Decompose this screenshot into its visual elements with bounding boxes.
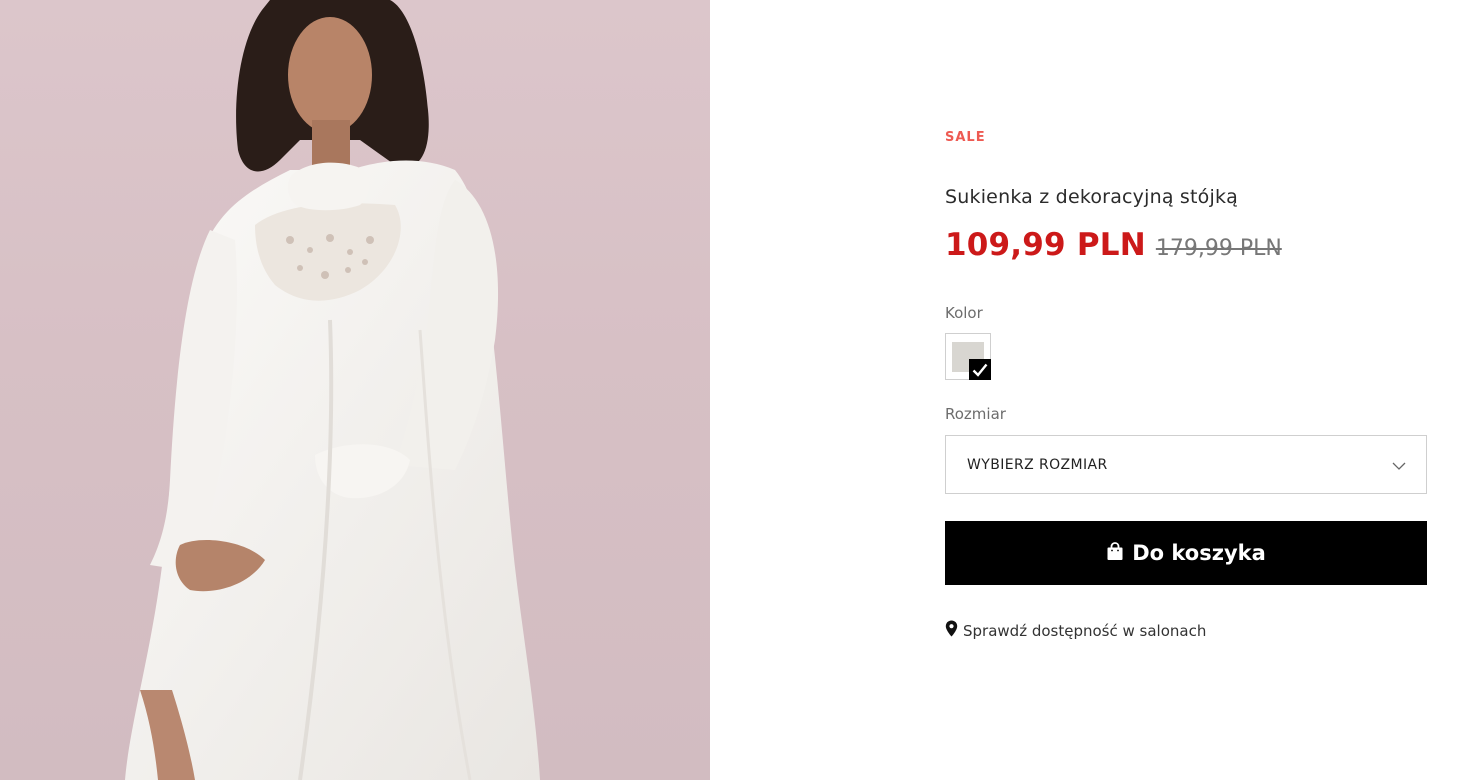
store-availability-link[interactable]: Sprawdź dostępność w salonach (945, 620, 1206, 641)
chevron-down-icon (1392, 455, 1406, 474)
add-to-cart-label: Do koszyka (1132, 541, 1266, 565)
product-info-panel: SALE Sukienka z dekoracyjną stójką 109,9… (945, 0, 1427, 780)
checkmark-icon (969, 359, 991, 380)
current-price: 109,99 PLN (945, 227, 1146, 263)
product-photo[interactable] (0, 0, 710, 780)
color-swatch-selected[interactable] (945, 333, 991, 380)
size-select[interactable]: WYBIERZ ROZMIAR (945, 435, 1427, 494)
store-availability-text: Sprawdź dostępność w salonach (963, 621, 1207, 640)
model-in-white-dress-illustration (125, 0, 540, 780)
shopping-bag-icon (1106, 541, 1124, 565)
color-label: Kolor (945, 304, 983, 322)
old-price: 179,99 PLN (1155, 236, 1282, 261)
size-label: Rozmiar (945, 405, 1006, 423)
sale-badge: SALE (945, 130, 986, 145)
price-row: 109,99 PLN 179,99 PLN (945, 227, 1282, 263)
add-to-cart-button[interactable]: Do koszyka (945, 521, 1427, 585)
product-title: Sukienka z dekoracyjną stójką (945, 186, 1239, 208)
size-select-value: WYBIERZ ROZMIAR (967, 456, 1108, 473)
map-pin-icon (945, 620, 958, 641)
